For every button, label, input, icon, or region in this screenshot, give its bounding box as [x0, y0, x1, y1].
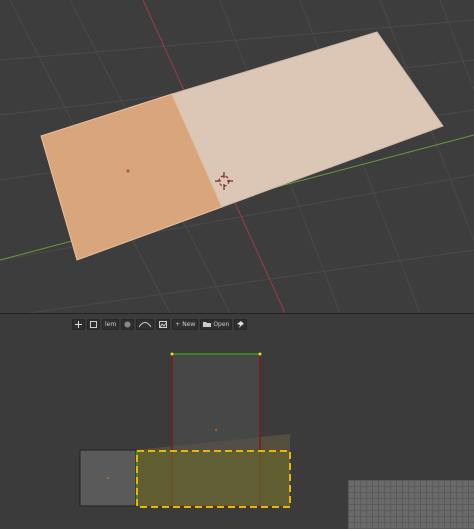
uv-island-small-center [107, 477, 109, 479]
3d-viewport[interactable] [0, 0, 474, 314]
uv-selected-face[interactable] [137, 451, 290, 506]
face-center-dot [126, 169, 130, 173]
viewport-canvas [0, 0, 474, 314]
uv-editor[interactable]: lem + New Open [0, 314, 474, 529]
uv-vertex[interactable] [258, 352, 262, 356]
uv-vertex[interactable] [170, 352, 174, 356]
texture-grid-preview [348, 480, 474, 529]
uv-island-tall-center [215, 429, 217, 431]
